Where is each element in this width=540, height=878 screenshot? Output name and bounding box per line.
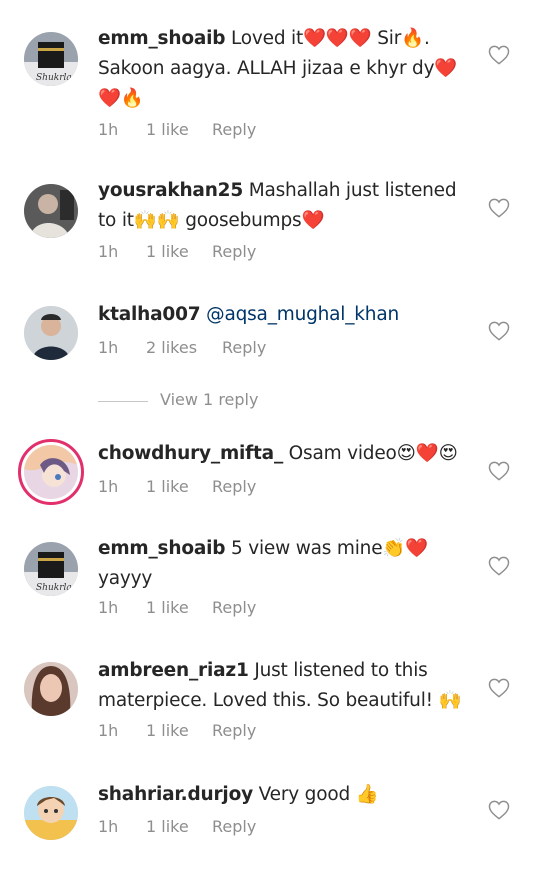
heart-icon[interactable] bbox=[488, 800, 510, 820]
comment-username[interactable]: ambreen_riaz1 bbox=[98, 660, 249, 681]
comment-body: Osam video😍❤️😍 bbox=[283, 443, 458, 464]
avatar[interactable]: Shukrla bbox=[24, 32, 78, 86]
avatar[interactable] bbox=[24, 662, 78, 716]
comment-meta: 1h 2 likes Reply bbox=[98, 338, 266, 357]
comment-text: emm_shoaib 5 view was mine👏❤️ yayyy bbox=[98, 534, 470, 594]
comment-time: 1h bbox=[98, 598, 119, 617]
heart-icon[interactable] bbox=[488, 45, 510, 65]
avatar-image bbox=[24, 306, 78, 360]
reply-button[interactable]: Reply bbox=[222, 338, 266, 357]
avatar-story-ring[interactable] bbox=[18, 439, 84, 505]
reply-button[interactable]: Reply bbox=[212, 721, 256, 740]
avatar-image: Shukrla bbox=[24, 32, 78, 86]
comment-time: 1h bbox=[98, 817, 119, 836]
comment-text: ktalha007 @aqsa_mughal_khan bbox=[98, 300, 470, 330]
comment-likes[interactable]: 2 likes bbox=[146, 338, 222, 357]
comment-time: 1h bbox=[98, 721, 119, 740]
comment-text: chowdhury_mifta_ Osam video😍❤️😍 bbox=[98, 439, 470, 469]
avatar-image bbox=[24, 786, 78, 840]
comment-username[interactable]: emm_shoaib bbox=[98, 538, 226, 559]
comment-likes[interactable]: 1 like bbox=[146, 477, 212, 496]
reply-button[interactable]: Reply bbox=[212, 477, 256, 496]
comment-meta: 1h 1 like Reply bbox=[98, 817, 256, 836]
comment-time: 1h bbox=[98, 120, 119, 139]
comment-text: yousrakhan25 Mashallah just listened to … bbox=[98, 176, 470, 236]
comment-meta: 1h 1 like Reply bbox=[98, 477, 256, 496]
view-replies-label: View 1 reply bbox=[160, 390, 259, 409]
heart-icon[interactable] bbox=[488, 198, 510, 218]
heart-icon[interactable] bbox=[488, 461, 510, 481]
reply-button[interactable]: Reply bbox=[212, 598, 256, 617]
comment-username[interactable]: chowdhury_mifta_ bbox=[98, 443, 283, 464]
comment-mention-link[interactable]: @aqsa_mughal_khan bbox=[206, 304, 399, 325]
comment-time: 1h bbox=[98, 477, 119, 496]
avatar[interactable] bbox=[24, 184, 78, 238]
divider bbox=[98, 401, 148, 402]
comment-text: emm_shoaib Loved it❤️❤️❤️ Sir🔥. Sakoon a… bbox=[98, 24, 470, 114]
avatar[interactable] bbox=[24, 306, 78, 360]
comment-time: 1h bbox=[98, 242, 119, 261]
heart-icon[interactable] bbox=[488, 321, 510, 341]
reply-button[interactable]: Reply bbox=[212, 242, 256, 261]
avatar[interactable] bbox=[24, 786, 78, 840]
comment-meta: 1h 1 like Reply bbox=[98, 598, 256, 617]
avatar-image bbox=[24, 445, 78, 499]
comment-likes[interactable]: 1 like bbox=[146, 598, 212, 617]
avatar-image bbox=[24, 184, 78, 238]
comment-text: shahriar.durjoy Very good 👍 bbox=[98, 780, 470, 810]
comment-time: 1h bbox=[98, 338, 119, 357]
avatar-image: Shukrla bbox=[24, 542, 78, 596]
reply-button[interactable]: Reply bbox=[212, 120, 256, 139]
comment-meta: 1h 1 like Reply bbox=[98, 242, 256, 261]
comment-username[interactable]: shahriar.durjoy bbox=[98, 784, 253, 805]
reply-button[interactable]: Reply bbox=[212, 817, 256, 836]
comment-username[interactable]: yousrakhan25 bbox=[98, 180, 243, 201]
comment-likes[interactable]: 1 like bbox=[146, 120, 212, 139]
svg-text:Shukrla: Shukrla bbox=[36, 583, 72, 593]
comment-likes[interactable]: 1 like bbox=[146, 721, 212, 740]
comment-username[interactable]: ktalha007 bbox=[98, 304, 201, 325]
comment-likes[interactable]: 1 like bbox=[146, 242, 212, 261]
comment-username[interactable]: emm_shoaib bbox=[98, 28, 226, 49]
avatar-image bbox=[24, 662, 78, 716]
comment-body: Very good 👍 bbox=[252, 784, 379, 805]
comment-meta: 1h 1 like Reply bbox=[98, 120, 256, 139]
heart-icon[interactable] bbox=[488, 678, 510, 698]
svg-text:Shukrla: Shukrla bbox=[36, 73, 72, 83]
avatar[interactable]: Shukrla bbox=[24, 542, 78, 596]
heart-icon[interactable] bbox=[488, 556, 510, 576]
comment-meta: 1h 1 like Reply bbox=[98, 721, 256, 740]
comment-likes[interactable]: 1 like bbox=[146, 817, 212, 836]
comment-text: ambreen_riaz1 Just listened to this mate… bbox=[98, 656, 470, 716]
